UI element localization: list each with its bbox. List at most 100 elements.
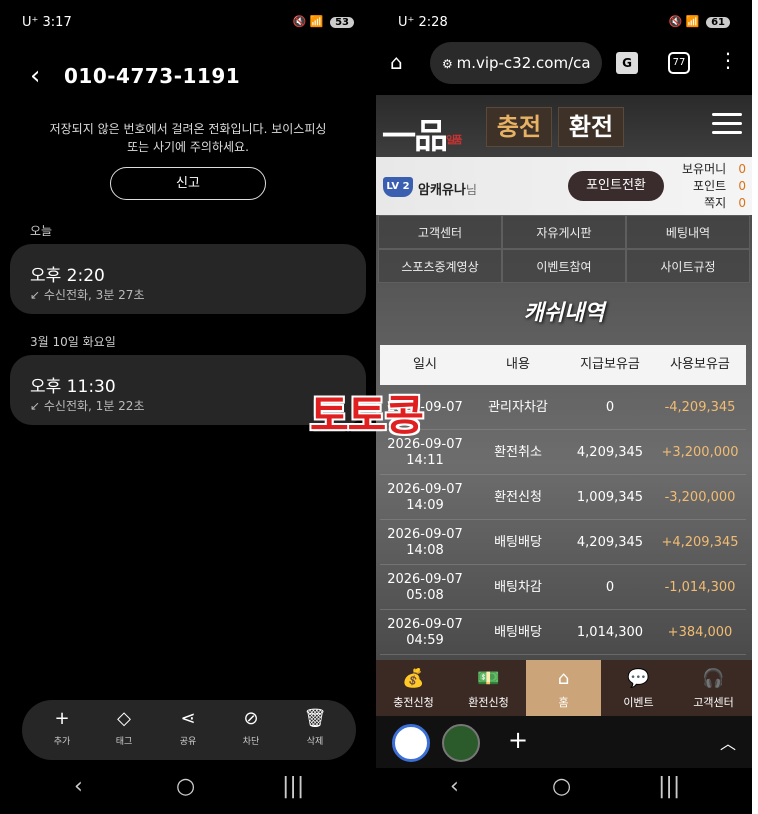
- nav-event[interactable]: 💬 이벤트: [601, 660, 676, 716]
- phone-number: 010-4773-1191: [64, 64, 241, 88]
- cell-content: 배팅배당: [494, 534, 542, 550]
- cell-datetime: 2026-09-07 05:08: [387, 571, 463, 603]
- coins-icon: 💰: [402, 668, 425, 689]
- call-detail: ↙ 수신전화, 1분 22초: [30, 399, 145, 413]
- home-icon[interactable]: ⌂: [390, 50, 403, 74]
- table-header: 지급보유금: [566, 345, 654, 385]
- call-entry[interactable]: 오후 2:20 ↙ 수신전화, 3분 27초: [10, 244, 366, 314]
- casino-site: 一品일품 충전 환전 LV 2 암캐유나님 포인트전환 보유머니 0 포인트 0…: [376, 95, 752, 660]
- table-header: 일시: [380, 345, 470, 385]
- plus-icon: +: [54, 708, 70, 729]
- table-header: 내용: [470, 345, 566, 385]
- url-bar[interactable]: ⚙ m.vip-c32.com/ca: [430, 42, 602, 84]
- app-bubble-icon[interactable]: [442, 724, 480, 762]
- battery-icon: 61: [706, 17, 730, 28]
- status-time: U⁺ 3:17: [22, 15, 72, 30]
- site-logo[interactable]: 一品일품: [382, 109, 462, 158]
- status-time: U⁺ 2:28: [398, 15, 448, 30]
- cell-used: +384,000: [667, 624, 733, 640]
- table-row: 2026-09-07 14:08 배팅배당 4,209,345 +4,209,34…: [380, 520, 746, 565]
- block-icon: ⊘: [243, 708, 259, 729]
- collapse-icon[interactable]: ︿: [720, 730, 736, 754]
- cell-used: -3,200,000: [664, 489, 736, 505]
- table-row: 2026-09-07 관리자차감 0 -4,209,345: [380, 385, 746, 430]
- cell-content: 관리자차감: [488, 399, 548, 415]
- user-info-bar: LV 2 암캐유나님 포인트전환 보유머니 0 포인트 0 쪽지 0: [376, 157, 752, 215]
- username: 암캐유나님: [418, 183, 477, 198]
- tab-count-button[interactable]: 77: [668, 52, 690, 74]
- more-menu-icon[interactable]: ⋮: [718, 48, 738, 72]
- incoming-call-icon: ↙: [30, 399, 41, 413]
- nav-recents-icon[interactable]: |||: [282, 774, 304, 799]
- money-bag-icon: 💵: [477, 668, 500, 689]
- cell-datetime: 2026-09-07 14:08: [387, 526, 463, 558]
- section-label-date: 3월 10일 화요일: [30, 335, 116, 349]
- link-event[interactable]: 이벤트참여: [502, 249, 626, 283]
- add-tab-icon[interactable]: +: [508, 726, 528, 754]
- add-button[interactable]: + 추가: [42, 708, 82, 747]
- link-bet-history[interactable]: 베팅내역: [626, 215, 750, 249]
- nav-customer-center[interactable]: 🎧 고객센터: [676, 660, 751, 716]
- site-header: 一品일품 충전 환전: [376, 95, 752, 157]
- cell-content: 환전신청: [494, 489, 542, 505]
- system-nav-bar: ‹ ○ |||: [0, 764, 376, 814]
- share-icon: ⋖: [180, 708, 196, 729]
- tag-icon: ◇: [117, 708, 131, 729]
- nav-exchange-request[interactable]: 💵 환전신청: [451, 660, 526, 716]
- point-convert-button[interactable]: 포인트전환: [568, 171, 664, 201]
- level-badge: LV 2: [383, 177, 413, 197]
- site-settings-icon[interactable]: ⚙: [442, 57, 457, 71]
- charge-button[interactable]: 충전: [486, 107, 552, 147]
- balance-panel: 보유머니 0 포인트 0 쪽지 0: [682, 162, 746, 210]
- nav-back-icon[interactable]: ‹: [450, 774, 459, 799]
- chat-icon: 💬: [627, 668, 650, 689]
- table-row: 2026-09-07 14:11 환전취소 4,209,345 +3,200,00…: [380, 430, 746, 475]
- link-free-board[interactable]: 자유게시판: [502, 215, 626, 249]
- cell-datetime: 2026-09-07 04:59: [387, 616, 463, 648]
- cell-paid: 4,209,345: [576, 534, 644, 550]
- cell-paid: 1,009,345: [576, 489, 644, 505]
- watermark: 토토콩: [310, 391, 424, 440]
- nav-home-icon[interactable]: ○: [552, 774, 571, 799]
- translate-icon[interactable]: G: [616, 52, 638, 74]
- nav-home-icon[interactable]: ○: [176, 774, 195, 799]
- report-button[interactable]: 신고: [110, 167, 266, 200]
- nav-home[interactable]: ⌂ 홈: [526, 660, 601, 716]
- cell-used: -1,014,300: [664, 579, 736, 595]
- back-arrow-icon[interactable]: ‹: [30, 62, 40, 90]
- floating-tab-bar: + ︿: [376, 716, 752, 768]
- link-customer-center[interactable]: 고객센터: [378, 215, 502, 249]
- delete-button[interactable]: 🗑 삭제: [295, 708, 335, 747]
- hamburger-menu-icon[interactable]: [712, 113, 742, 140]
- contact-header: ‹ 010-4773-1191: [30, 62, 366, 92]
- nav-back-icon[interactable]: ‹: [74, 774, 83, 799]
- link-site-rules[interactable]: 사이트규정: [626, 249, 750, 283]
- block-button[interactable]: ⊘ 차단: [231, 708, 271, 747]
- action-toolbar: + 추가 ◇ 태그 ⋖ 공유 ⊘ 차단 🗑 삭제: [22, 700, 356, 760]
- cell-content: 배팅차감: [494, 579, 542, 595]
- browser-toolbar: ⌂ ⚙ m.vip-c32.com/ca G 77 ⋮: [384, 42, 744, 88]
- floating-bubble[interactable]: [392, 724, 430, 762]
- site-bottom-nav: 💰 충전신청 💵 환전신청 ⌂ 홈 💬 이벤트 🎧 고객센터: [376, 660, 752, 716]
- call-time: 오후 11:30: [30, 377, 116, 397]
- house-icon: ⌂: [557, 668, 570, 689]
- battery-icon: 53: [330, 17, 354, 28]
- status-bar: U⁺ 3:17 🔇 📶 53: [0, 0, 376, 44]
- call-detail: ↙ 수신전화, 3분 27초: [30, 288, 145, 302]
- status-bar: U⁺ 2:28 🔇 📶 61: [376, 0, 752, 44]
- tag-button[interactable]: ◇ 태그: [104, 708, 144, 747]
- exchange-button[interactable]: 환전: [558, 107, 624, 147]
- share-button[interactable]: ⋖ 공유: [168, 708, 208, 747]
- cell-content: 환전취소: [494, 444, 542, 460]
- nav-charge-request[interactable]: 💰 충전신청: [376, 660, 451, 716]
- cell-paid: 0: [605, 579, 615, 595]
- nav-recents-icon[interactable]: |||: [658, 774, 680, 799]
- link-sports-stream[interactable]: 스포츠중계영상: [378, 249, 502, 283]
- cell-paid: 4,209,345: [576, 444, 644, 460]
- section-label-today: 오늘: [30, 224, 53, 238]
- cell-content: 배팅배당: [494, 624, 542, 640]
- table-header: 사용보유금: [654, 345, 746, 385]
- table-row: 2026-09-07 14:09 환전신청 1,009,345 -3,200,00…: [380, 475, 746, 520]
- table-row: 2026-09-07 05:08 배팅차감 0 -1,014,300: [380, 565, 746, 610]
- table-row: 2026-09-07 04:59 배팅배당 1,014,300 +384,000: [380, 610, 746, 655]
